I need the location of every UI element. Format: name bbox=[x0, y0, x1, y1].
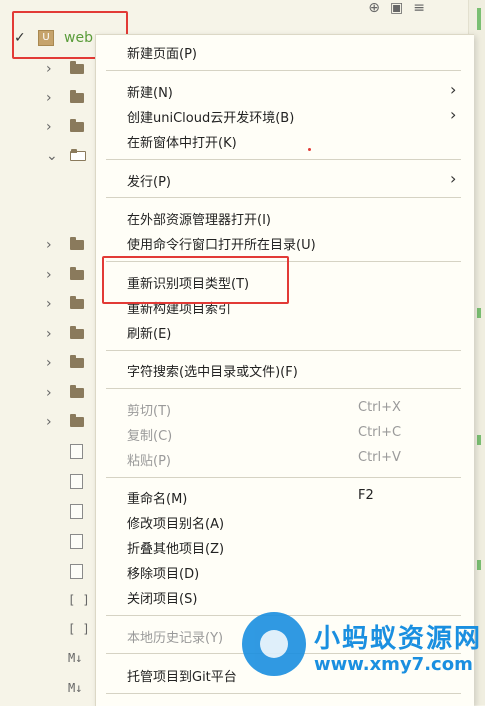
chevron-right-icon[interactable]: › bbox=[46, 414, 52, 430]
tree-file-row[interactable]: M↓ bbox=[44, 648, 94, 672]
chevron-right-icon[interactable]: › bbox=[46, 296, 52, 312]
folder-icon bbox=[70, 355, 84, 368]
folder-icon bbox=[70, 119, 84, 132]
tree-folder-row[interactable]: › bbox=[44, 233, 94, 257]
json-file-icon: [ ] bbox=[68, 622, 90, 636]
tree-folder-row[interactable]: › bbox=[44, 57, 94, 81]
tree-folder-row[interactable]: › bbox=[44, 322, 94, 346]
tree-folder-row[interactable]: › bbox=[44, 381, 94, 405]
chevron-right-icon[interactable]: › bbox=[46, 90, 52, 106]
menu-item-publish[interactable]: 发行(P) › bbox=[96, 168, 466, 192]
menu-item-copy[interactable]: 复制(C) Ctrl+C bbox=[96, 422, 466, 446]
tree-folder-row[interactable]: › bbox=[44, 351, 94, 375]
menu-item-rename[interactable]: 重命名(M) F2 bbox=[96, 485, 466, 509]
tree-folder-row[interactable]: › bbox=[44, 292, 94, 316]
folder-icon bbox=[70, 385, 84, 398]
menu-item-create-unicloud[interactable]: 创建uniCloud云开发环境(B) › bbox=[96, 104, 466, 128]
save-icon[interactable]: ▣ bbox=[390, 0, 403, 16]
tree-file-row[interactable]: M↓ bbox=[44, 678, 94, 702]
open-folder-icon bbox=[70, 149, 86, 161]
tree-file-row[interactable] bbox=[44, 560, 94, 584]
menu-item-cut[interactable]: 剪切(T) Ctrl+X bbox=[96, 397, 466, 421]
menu-item-open-terminal[interactable]: 使用命令行窗口打开所在目录(U) bbox=[96, 231, 466, 255]
menu-item-open-new-window[interactable]: 在新窗体中打开(K) bbox=[96, 129, 466, 153]
folder-icon bbox=[70, 267, 84, 280]
watermark-logo-icon bbox=[242, 612, 306, 676]
watermark: 小蚂蚁资源网 www.xmy7.com bbox=[236, 606, 485, 705]
folder-icon bbox=[70, 61, 84, 74]
menu-item-open-explorer[interactable]: 在外部资源管理器打开(I) bbox=[96, 206, 466, 230]
explorer-toolbar: ⊕ ▣ ≡ bbox=[368, 0, 425, 16]
folder-icon bbox=[70, 237, 84, 250]
markdown-file-icon: M↓ bbox=[68, 651, 83, 665]
watermark-url: www.xmy7.com bbox=[314, 654, 473, 675]
chevron-right-icon[interactable]: › bbox=[46, 61, 52, 77]
tree-folder-row[interactable]: › bbox=[44, 410, 94, 434]
watermark-title: 小蚂蚁资源网 bbox=[314, 624, 483, 654]
menu-item-collapse-others[interactable]: 折叠其他项目(Z) bbox=[96, 535, 466, 559]
menu-icon[interactable]: ≡ bbox=[413, 0, 425, 16]
chevron-down-icon[interactable]: ⌄ bbox=[46, 148, 58, 164]
project-explorer: ✓ U web › › › ⌄ › › › › › › › [ ] [ ] M↓… bbox=[0, 0, 95, 705]
target-icon[interactable]: ⊕ bbox=[368, 0, 380, 16]
folder-icon bbox=[70, 414, 84, 427]
tree-file-row[interactable] bbox=[44, 500, 94, 524]
config-file-icon bbox=[70, 564, 83, 579]
chevron-right-icon: › bbox=[450, 80, 457, 99]
menu-item-new[interactable]: 新建(N) › bbox=[96, 79, 466, 103]
tree-file-row[interactable] bbox=[44, 530, 94, 554]
file-icon bbox=[70, 504, 83, 519]
markdown-file-icon: M↓ bbox=[68, 681, 83, 695]
chevron-right-icon[interactable]: › bbox=[46, 267, 52, 283]
menu-item-remove-project[interactable]: 移除项目(D) bbox=[96, 560, 466, 584]
chevron-right-icon[interactable]: › bbox=[46, 385, 52, 401]
folder-icon bbox=[70, 90, 84, 103]
menu-item-char-search[interactable]: 字符搜索(选中目录或文件)(F) bbox=[96, 358, 466, 382]
js-file-icon bbox=[70, 534, 83, 549]
highlight-box-menu-item bbox=[102, 256, 289, 304]
tree-folder-row[interactable]: › bbox=[44, 86, 94, 110]
menu-item-paste[interactable]: 粘贴(P) Ctrl+V bbox=[96, 447, 466, 471]
chevron-right-icon: › bbox=[450, 105, 457, 124]
menu-item-new-page[interactable]: 新建页面(P) bbox=[96, 40, 466, 64]
chevron-right-icon[interactable]: › bbox=[46, 237, 52, 253]
folder-icon bbox=[70, 326, 84, 339]
menu-item-edit-alias[interactable]: 修改项目别名(A) bbox=[96, 510, 466, 534]
menu-item-refresh[interactable]: 刷新(E) bbox=[96, 320, 466, 344]
chevron-right-icon: › bbox=[450, 169, 457, 188]
tree-file-row[interactable]: [ ] bbox=[44, 619, 94, 643]
chevron-right-icon[interactable]: › bbox=[46, 355, 52, 371]
tree-file-row[interactable]: [ ] bbox=[44, 590, 94, 614]
tree-folder-row-open[interactable]: ⌄ bbox=[44, 144, 94, 168]
cursor-dot bbox=[308, 148, 311, 151]
folder-icon bbox=[70, 296, 84, 309]
file-icon bbox=[70, 444, 83, 459]
tree-folder-row[interactable]: › bbox=[44, 263, 94, 287]
tree-file-row[interactable] bbox=[44, 470, 94, 494]
vue-file-icon bbox=[70, 474, 83, 489]
chevron-right-icon[interactable]: › bbox=[46, 326, 52, 342]
chevron-right-icon[interactable]: › bbox=[46, 119, 52, 135]
json-file-icon: [ ] bbox=[68, 593, 90, 607]
tree-folder-row[interactable]: › bbox=[44, 115, 94, 139]
tree-file-row[interactable] bbox=[44, 440, 94, 464]
